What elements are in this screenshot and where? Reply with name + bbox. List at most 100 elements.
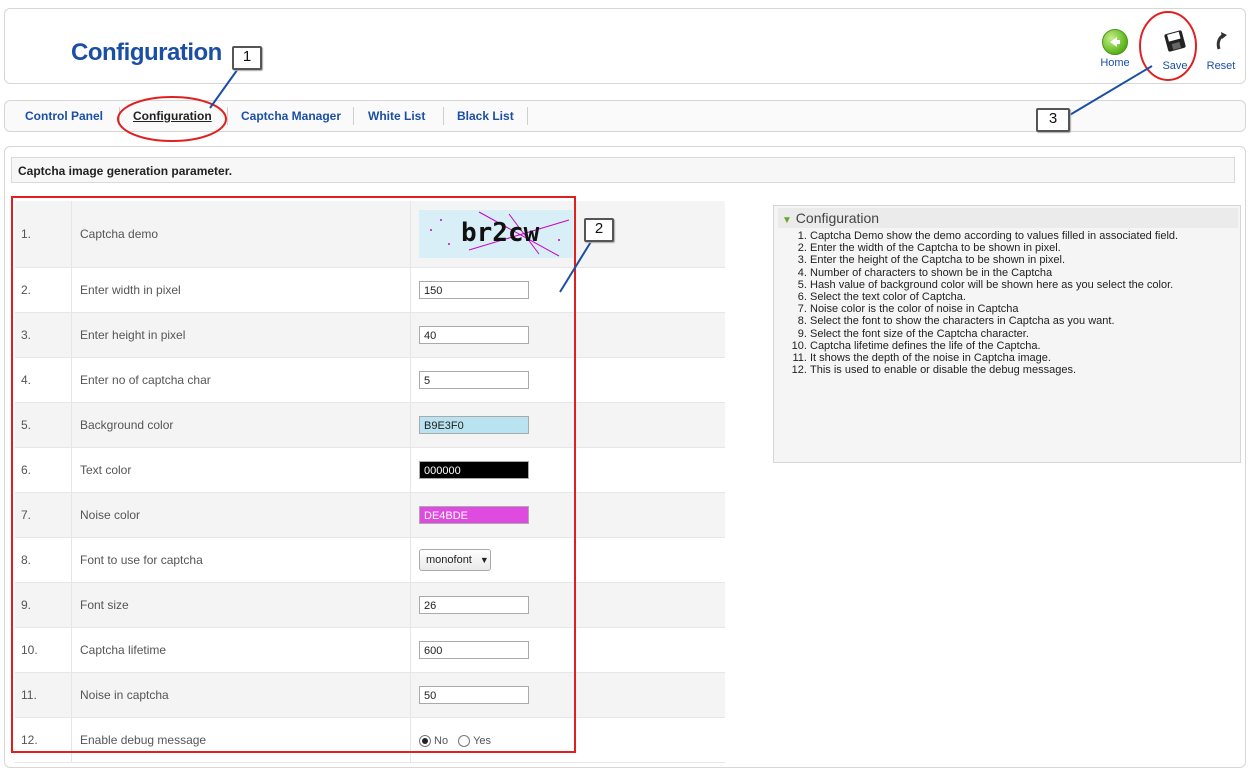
row-number: 1. xyxy=(15,201,72,268)
annotation-label-3: 3 xyxy=(1036,108,1070,132)
info-title-text: Configuration xyxy=(795,210,880,226)
list-item: Select the font size of the Captcha char… xyxy=(810,328,1230,340)
tab-divider xyxy=(527,107,528,125)
home-icon xyxy=(1102,29,1128,55)
row-value: 5 xyxy=(410,357,725,403)
table-row: 10. Captcha lifetime 600 xyxy=(15,627,725,673)
row-value: 600 xyxy=(410,627,725,673)
row-label: Enable debug message xyxy=(71,717,411,763)
debug-yes-radio[interactable]: Yes xyxy=(458,734,492,748)
row-number: 9. xyxy=(15,582,72,628)
row-number: 6. xyxy=(15,447,72,493)
chevron-down-icon: ▼ xyxy=(479,555,489,565)
table-row: 5. Background color B9E3F0 xyxy=(15,402,725,448)
row-value: monofont ▼ xyxy=(410,537,725,583)
table-row: 2. Enter width in pixel 150 xyxy=(15,267,725,313)
row-label: Noise color xyxy=(71,492,411,538)
table-row: 11. Noise in captcha 50 xyxy=(15,672,725,718)
home-button[interactable]: Home xyxy=(1095,29,1135,69)
row-label: Captcha demo xyxy=(71,201,411,268)
row-value: br2cw xyxy=(410,201,725,268)
text-color-input[interactable]: 000000 xyxy=(419,461,529,479)
row-number: 11. xyxy=(15,672,72,718)
font-select[interactable]: monofont ▼ xyxy=(419,549,491,571)
list-item: Number of characters to shown be in the … xyxy=(810,267,1230,279)
font-size-input[interactable]: 26 xyxy=(419,596,529,614)
params-table: 1. Captcha demo br2cw 2. Enter width in … xyxy=(15,201,725,763)
row-value: 000000 xyxy=(410,447,725,493)
row-label: Enter width in pixel xyxy=(71,267,411,313)
annotation-label-2: 2 xyxy=(584,218,614,242)
row-number: 7. xyxy=(15,492,72,538)
radio-icon xyxy=(419,735,431,748)
row-number: 2. xyxy=(15,267,72,313)
row-value: No Yes xyxy=(410,717,725,763)
row-number: 4. xyxy=(15,357,72,403)
table-row: 7. Noise color DE4BDE xyxy=(15,492,725,538)
font-select-value: monofont xyxy=(426,554,472,566)
height-input[interactable]: 40 xyxy=(419,326,529,344)
row-label: Enter height in pixel xyxy=(71,312,411,358)
list-item: It shows the depth of the noise in Captc… xyxy=(810,352,1230,364)
table-row: 1. Captcha demo br2cw xyxy=(15,201,725,268)
info-list: Captcha Demo show the demo according to … xyxy=(780,230,1230,376)
lifetime-input[interactable]: 600 xyxy=(419,641,529,659)
row-label: Font size xyxy=(71,582,411,628)
radio-label: Yes xyxy=(473,734,492,747)
table-row: 6. Text color 000000 xyxy=(15,447,725,493)
char-count-input[interactable]: 5 xyxy=(419,371,529,389)
row-value: 50 xyxy=(410,672,725,718)
home-label: Home xyxy=(1100,57,1130,69)
table-row: 12. Enable debug message No Yes xyxy=(15,717,725,763)
row-number: 5. xyxy=(15,402,72,448)
debug-no-radio[interactable]: No xyxy=(419,734,449,748)
row-value: 26 xyxy=(410,582,725,628)
tab-captcha-manager[interactable]: Captcha Manager xyxy=(241,109,341,123)
triangle-down-icon: ▼ xyxy=(782,215,792,226)
section-title: Captcha image generation parameter. xyxy=(11,157,1235,183)
main-content: Captcha image generation parameter. 1. C… xyxy=(4,146,1246,768)
table-row: 4. Enter no of captcha char 5 xyxy=(15,357,725,403)
tab-divider xyxy=(353,107,354,125)
noise-input[interactable]: 50 xyxy=(419,686,529,704)
captcha-text: br2cw xyxy=(461,218,540,248)
list-item: Select the text color of Captcha. xyxy=(810,291,1230,303)
annotation-label-1: 1 xyxy=(232,46,262,70)
row-label: Enter no of captcha char xyxy=(71,357,411,403)
tab-configuration[interactable]: Configuration xyxy=(133,109,212,123)
reset-label: Reset xyxy=(1206,60,1236,72)
row-number: 3. xyxy=(15,312,72,358)
row-number: 10. xyxy=(15,627,72,673)
list-item: Noise color is the color of noise in Cap… xyxy=(810,303,1230,315)
width-input[interactable]: 150 xyxy=(419,281,529,299)
save-icon xyxy=(1164,30,1186,52)
tab-control-panel[interactable]: Control Panel xyxy=(25,109,103,123)
noise-color-input[interactable]: DE4BDE xyxy=(419,506,529,524)
save-button[interactable]: Save xyxy=(1155,29,1195,72)
row-label: Background color xyxy=(71,402,411,448)
row-label: Text color xyxy=(71,447,411,493)
radio-label: No xyxy=(434,734,449,747)
background-color-input[interactable]: B9E3F0 xyxy=(419,416,529,434)
list-item: This is used to enable or disable the de… xyxy=(810,364,1230,376)
tab-divider xyxy=(227,107,228,125)
row-number: 8. xyxy=(15,537,72,583)
row-label: Captcha lifetime xyxy=(71,627,411,673)
page-header: Configuration Home Save Reset xyxy=(4,8,1246,84)
tab-white-list[interactable]: White List xyxy=(368,109,425,123)
save-label: Save xyxy=(1162,60,1188,72)
list-item: Enter the height of the Captcha to be sh… xyxy=(810,254,1230,266)
row-label: Noise in captcha xyxy=(71,672,411,718)
row-number: 12. xyxy=(15,717,72,763)
list-item: Select the font to show the characters i… xyxy=(810,315,1230,327)
table-row: 3. Enter height in pixel 40 xyxy=(15,312,725,358)
info-panel-title[interactable]: ▼ Configuration xyxy=(778,208,1238,228)
tab-black-list[interactable]: Black List xyxy=(457,109,514,123)
reset-button[interactable]: Reset xyxy=(1201,29,1241,72)
tab-divider xyxy=(443,107,444,125)
row-value: DE4BDE xyxy=(410,492,725,538)
list-item: Enter the width of the Captcha to be sho… xyxy=(810,242,1230,254)
reset-icon xyxy=(1216,32,1227,50)
captcha-image: br2cw xyxy=(419,210,573,258)
page-title: Configuration xyxy=(71,39,222,66)
